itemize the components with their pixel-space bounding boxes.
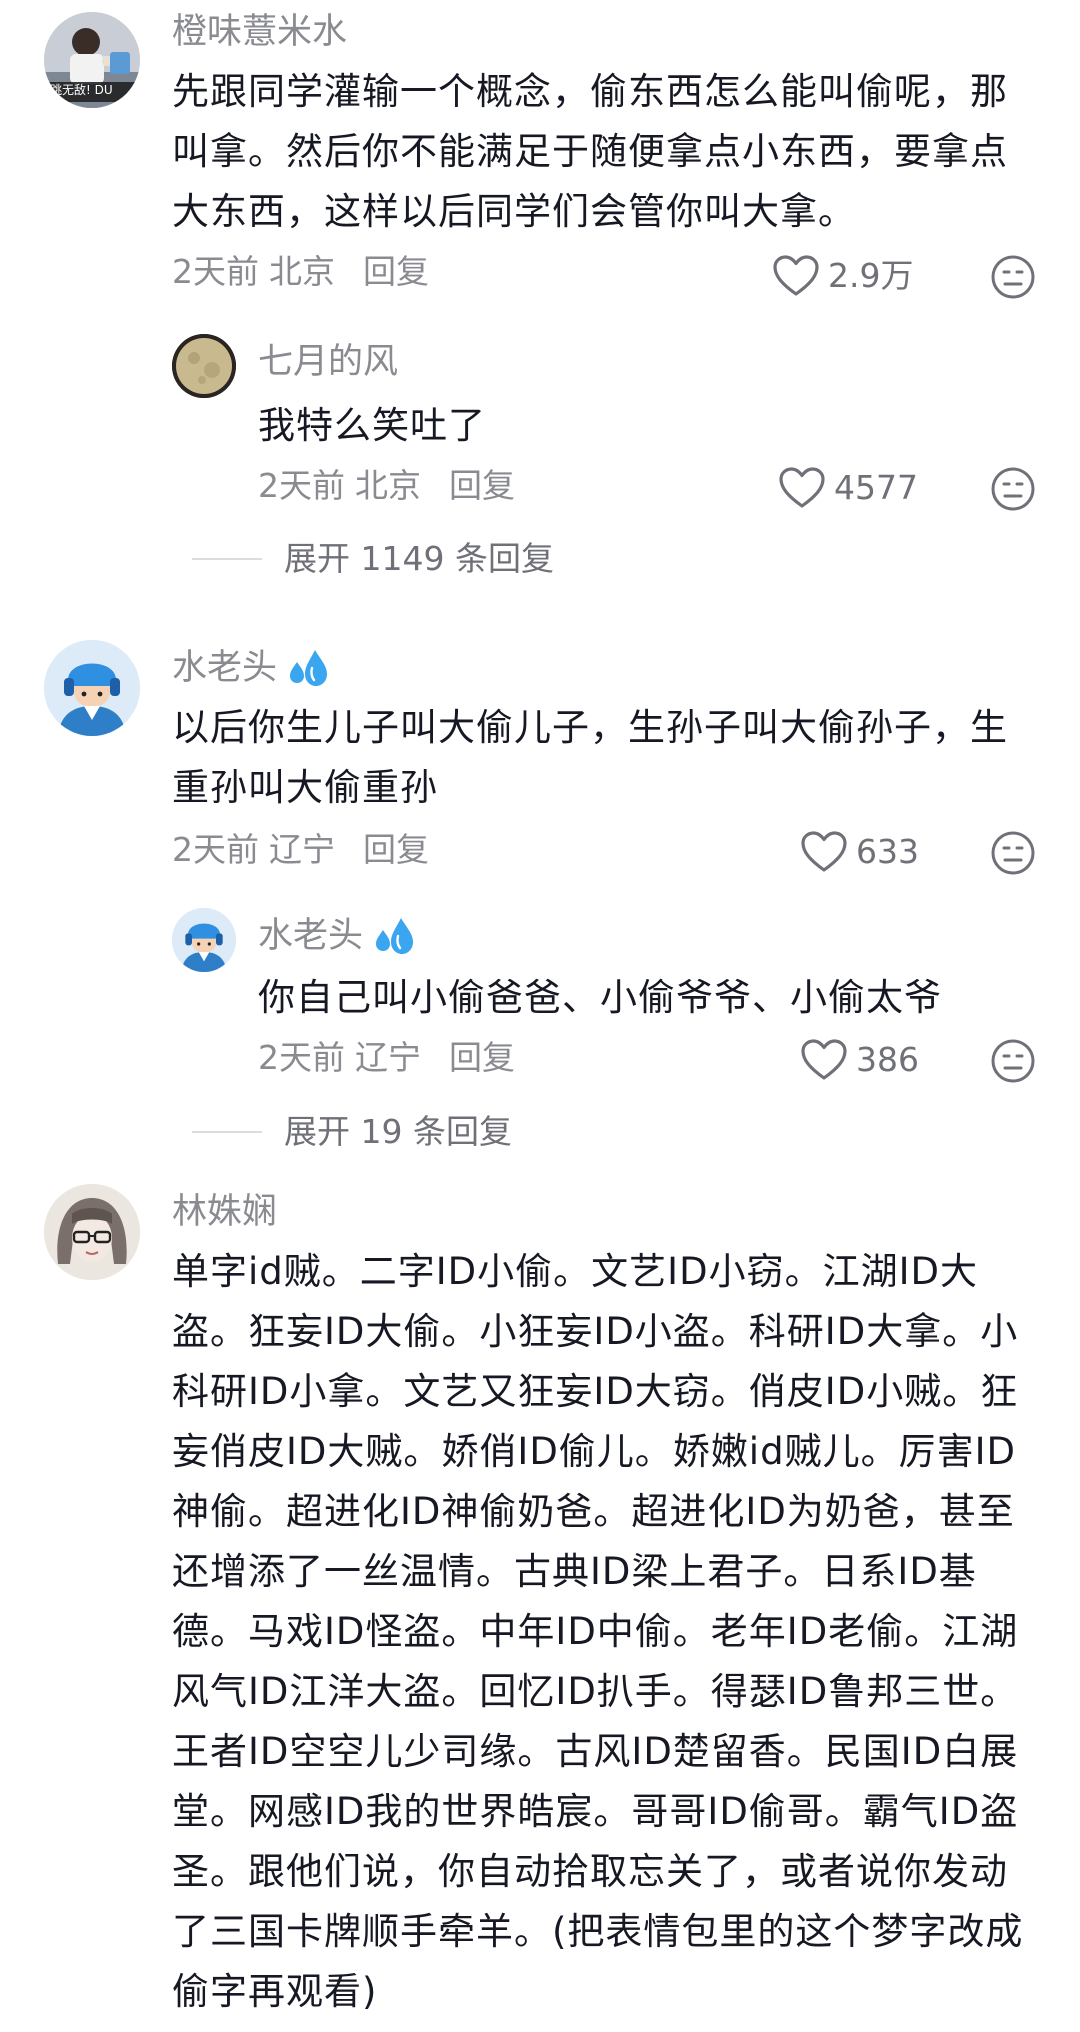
- comment-thread: 跳无敌! DU 橙味薏米水 先跟同学灌输一个概念，偷东西怎么能叫偷呢，那叫拿。然…: [0, 0, 1080, 2032]
- user-avatar[interactable]: [44, 1184, 140, 1280]
- comment-item: 林姝娴 单字id贼。二字ID小偷。文艺ID小窃。江湖ID大盗。狂妄ID大偷。小狂…: [0, 0, 1080, 2032]
- anime-girl-avatar-icon: [44, 1184, 140, 1280]
- username-text: 林姝娴: [172, 1192, 278, 1232]
- username[interactable]: 林姝娴: [172, 1188, 277, 1236]
- comment-text: 单字id贼。二字ID小偷。文艺ID小窃。江湖ID大盗。狂妄ID大偷。小狂妄ID小…: [172, 1250, 1024, 2013]
